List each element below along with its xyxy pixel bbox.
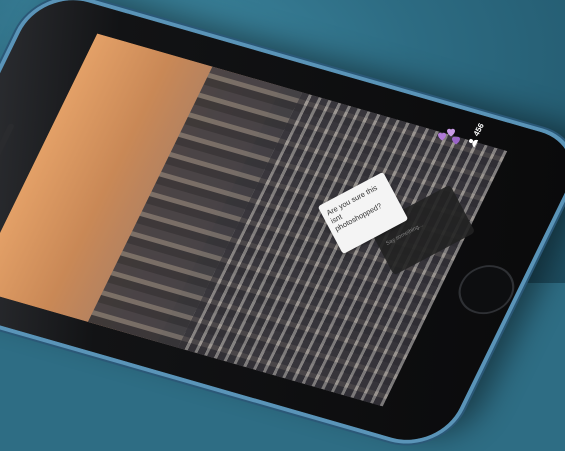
heart-icon: [450, 134, 462, 146]
earpiece-speaker: [0, 123, 15, 179]
phone-body: [0, 0, 565, 451]
phone-scene: [0, 0, 565, 451]
home-button[interactable]: [449, 258, 524, 321]
reaction-hearts[interactable]: [436, 126, 460, 146]
